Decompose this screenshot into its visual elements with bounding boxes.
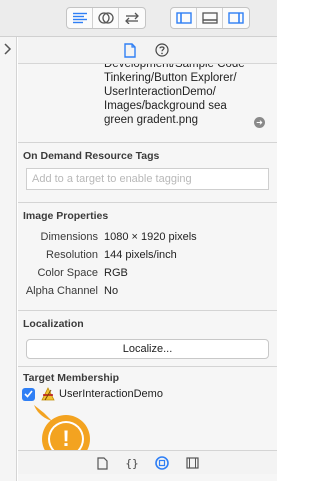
alpha-channel-label: Alpha Channel xyxy=(25,285,98,297)
target-membership-title: Target Membership xyxy=(23,372,120,384)
target-checkbox[interactable] xyxy=(22,387,35,401)
editor-mode-segmented-control xyxy=(66,7,146,29)
file-inspector-icon[interactable] xyxy=(122,42,138,58)
standard-editor-icon[interactable] xyxy=(67,8,93,28)
dimensions-value: 1080 × 1920 pixels xyxy=(104,231,197,243)
app-target-icon xyxy=(41,387,55,401)
resource-tags-field[interactable]: Add to a target to enable tagging xyxy=(26,168,269,190)
resolution-value: 144 pixels/inch xyxy=(104,249,177,261)
target-name-label: UserInteractionDemo xyxy=(59,388,163,400)
debug-panel-icon[interactable] xyxy=(197,8,223,28)
media-library-icon[interactable] xyxy=(185,456,199,470)
image-properties-title: Image Properties xyxy=(23,210,109,222)
navigator-panel-icon[interactable] xyxy=(171,8,197,28)
dimensions-label: Dimensions xyxy=(40,231,98,243)
full-path-line: Tinkering/Button Explorer/ xyxy=(104,72,237,84)
file-inspector-panel: Development/Sample Code Tinkering/Button… xyxy=(18,37,277,481)
alpha-channel-value: No xyxy=(104,285,119,297)
window-toolbar xyxy=(0,0,277,37)
color-space-value: RGB xyxy=(104,267,128,279)
reveal-in-finder-icon[interactable]: ➜ xyxy=(254,117,265,128)
panel-visibility-segmented-control xyxy=(170,7,250,29)
version-editor-icon[interactable] xyxy=(119,8,145,28)
quick-help-icon[interactable] xyxy=(154,42,170,58)
full-path-line: Images/background sea xyxy=(104,100,227,112)
section-divider xyxy=(18,202,277,203)
library-tab-bar: {} xyxy=(18,450,277,474)
full-path-text: Development/Sample Code Tinkering/Button… xyxy=(104,57,264,127)
assistant-editor-icon[interactable] xyxy=(93,8,119,28)
inspector-tab-bar xyxy=(18,37,277,64)
code-snippet-icon[interactable]: {} xyxy=(125,456,139,470)
resolution-label: Resolution xyxy=(46,249,98,261)
target-membership-row: UserInteractionDemo xyxy=(22,387,163,401)
file-template-icon[interactable] xyxy=(95,456,109,470)
section-divider xyxy=(18,142,277,143)
full-path-line: green gradent.png xyxy=(104,114,198,126)
color-space-label: Color Space xyxy=(37,267,98,279)
section-divider xyxy=(18,366,277,367)
section-divider xyxy=(18,310,277,311)
localize-button[interactable]: Localize... xyxy=(26,339,269,359)
localization-title: Localization xyxy=(23,318,84,330)
full-path-line: UserInteractionDemo/ xyxy=(104,86,216,98)
chevron-right-icon[interactable] xyxy=(3,43,12,58)
on-demand-resource-tags-title: On Demand Resource Tags xyxy=(23,150,160,162)
editor-area-edge xyxy=(0,37,17,481)
utilities-panel-icon[interactable] xyxy=(223,8,249,28)
object-library-icon[interactable] xyxy=(155,456,169,470)
